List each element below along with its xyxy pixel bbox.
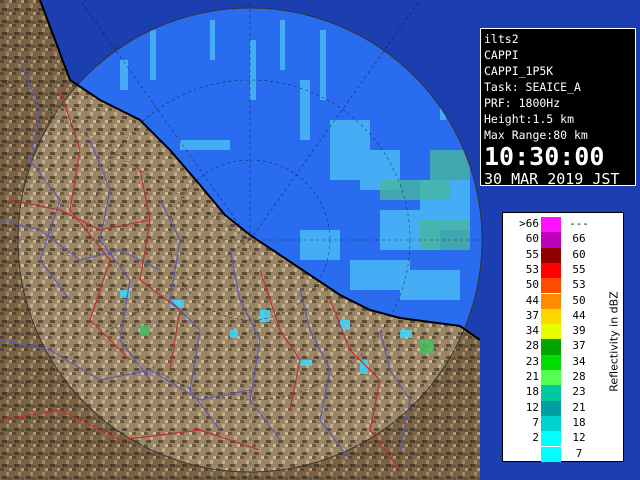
height-label: Height:1.5 km [484, 112, 575, 126]
product-id: CAPPI_1P5K [484, 64, 554, 78]
legend-row: >66 --- [503, 217, 603, 233]
legend-swatch [541, 400, 561, 416]
legend-high-value: 7 [575, 446, 583, 460]
legend-low-value: 21 [525, 370, 539, 383]
legend-row: 28 37 [503, 339, 603, 355]
legend-high-value: 34 [572, 354, 586, 368]
legend-swatch [541, 217, 561, 233]
legend-row: 44 50 [503, 293, 603, 309]
legend-high-value: 21 [572, 400, 586, 414]
radar-name: ilts2 [484, 32, 519, 46]
legend-swatch [541, 385, 561, 401]
legend-swatch [541, 293, 561, 309]
legend-swatch [541, 431, 561, 447]
legend-row: 12 21 [503, 400, 603, 416]
legend-unit-label: Reflectivity in dBZ [607, 291, 621, 392]
legend-low-value: 37 [525, 308, 539, 322]
legend-high-value: 23 [572, 385, 586, 399]
legend-low-value: 53 [525, 262, 539, 276]
legend-row: 34 39 [503, 324, 603, 340]
legend-high-value: 44 [572, 308, 586, 322]
legend-swatch [541, 324, 561, 340]
legend-row: 2 12 [503, 431, 603, 447]
legend-high-value: 18 [572, 415, 586, 429]
legend-high-value: 60 [572, 247, 586, 261]
prf-label: PRF: 1800Hz [484, 96, 561, 110]
legend-high-value: 37 [572, 339, 586, 353]
legend-low-value: 50 [525, 278, 539, 292]
legend-row: 55 60 [503, 247, 603, 263]
max-range-label: Max Range:80 km [484, 128, 588, 142]
legend-high-value: --- [569, 217, 589, 230]
legend-row: 7 18 [503, 415, 603, 432]
legend-low-value: >66 [519, 217, 539, 230]
legend-row: 21 28 [503, 370, 603, 386]
legend-swatch [541, 232, 561, 248]
legend-low-value: 44 [525, 293, 539, 307]
legend-swatch [541, 339, 561, 355]
legend-low-value: 34 [525, 324, 539, 338]
legend-high-value: 66 [572, 232, 586, 246]
legend-low-value: 28 [525, 339, 539, 353]
legend-swatch [541, 370, 561, 386]
observation-date: 30 MAR 2019 JST [484, 170, 620, 188]
legend-low-value: 60 [525, 232, 539, 246]
observation-time: 10:30:00 [484, 142, 605, 171]
legend-row: 37 44 [503, 308, 603, 325]
legend-row: 60 66 [503, 232, 603, 248]
legend-swatch [541, 247, 561, 263]
legend-unit: Reflectivity in dBZ [607, 273, 621, 413]
legend-row: 18 23 [503, 385, 603, 401]
legend-swatch [541, 278, 561, 294]
legend-swatch [541, 308, 561, 325]
task-label: Task: SEAICE_A [484, 80, 581, 94]
legend-high-value: 53 [572, 278, 586, 292]
legend-high-value: 39 [572, 324, 586, 338]
legend-swatch [541, 415, 561, 432]
legend-row: 50 53 [503, 278, 603, 294]
legend-swatch [541, 446, 561, 462]
legend-high-value: 55 [572, 262, 586, 276]
legend-row: 53 55 [503, 262, 603, 279]
product-type: CAPPI [484, 48, 519, 62]
legend-row: 23 34 [503, 354, 603, 370]
legend-low-value: 18 [525, 385, 539, 399]
legend-high-value: 28 [572, 370, 586, 383]
legend-swatch [541, 262, 561, 279]
legend-low-value: 23 [525, 354, 539, 368]
legend-low-value: 7 [532, 415, 539, 429]
legend-high-value: 50 [572, 293, 586, 307]
legend-low-value: 55 [525, 247, 539, 261]
legend-low-value: 12 [525, 400, 539, 414]
legend-swatch [541, 354, 561, 370]
reflectivity-legend: >66 --- 60 66 55 60 53 55 50 53 44 50 37 44 34 39 28 37 23… [502, 212, 624, 462]
legend-low-value: 2 [532, 431, 539, 445]
legend-high-value: 12 [572, 431, 586, 445]
legend-row: 7 [503, 446, 603, 462]
info-panel: ilts2 CAPPI CAPPI_1P5K Task: SEAICE_A PR… [480, 28, 636, 188]
